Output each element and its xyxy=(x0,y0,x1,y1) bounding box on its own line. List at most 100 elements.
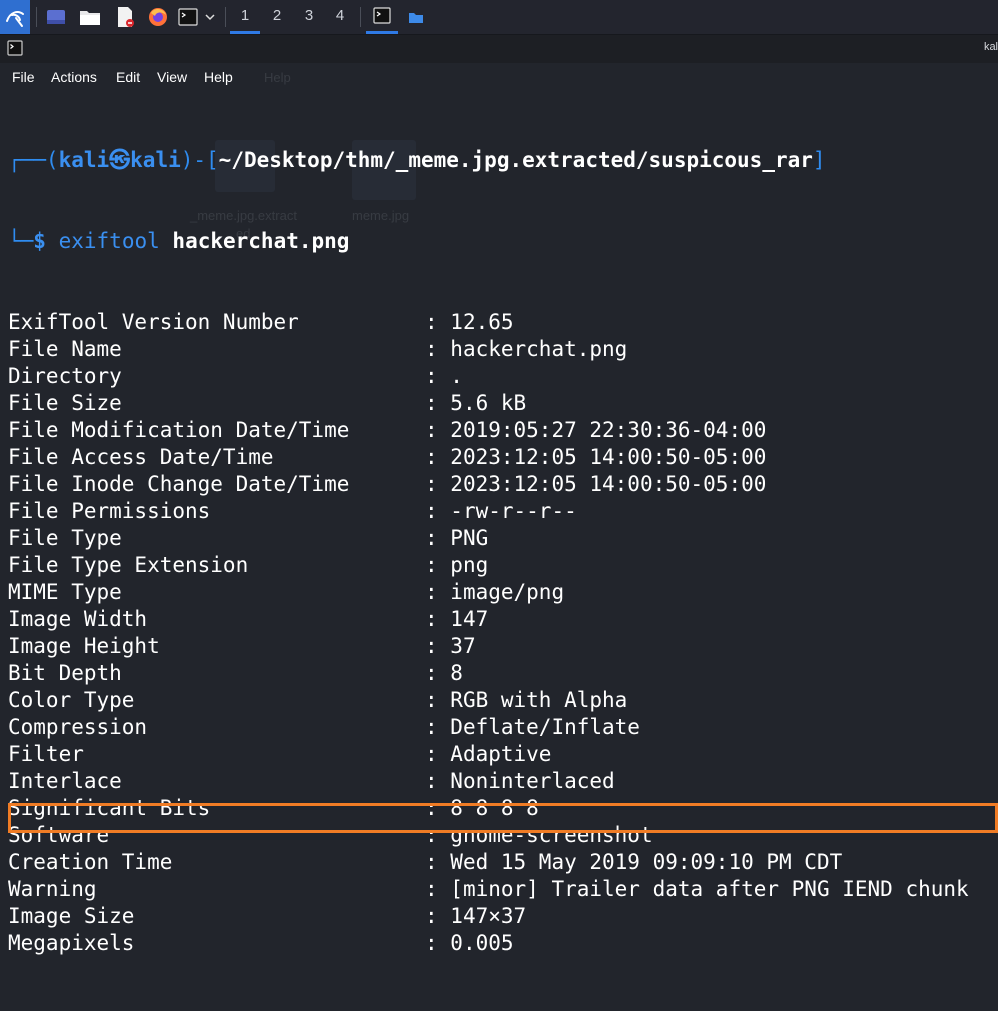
exif-key: File Type xyxy=(8,526,122,550)
exif-value: png xyxy=(450,553,489,577)
exif-key: Bit Depth xyxy=(8,661,122,685)
command-name: exiftool xyxy=(58,229,160,253)
prompt-frame: ┌──( xyxy=(8,148,59,172)
prompt-line-1: ┌──(kali㉿kali)-[~/Desktop/thm/_meme.jpg.… xyxy=(8,147,998,174)
exif-separator: : xyxy=(425,769,451,793)
prompt-line-2: └─$ exiftool hackerchat.png xyxy=(8,228,998,255)
workspace-1[interactable]: 1 xyxy=(230,0,260,34)
prompt-frame: └─ xyxy=(8,229,34,253)
exif-row: Compression: Deflate/Inflate xyxy=(8,714,998,741)
exif-value: hackerchat.png xyxy=(450,337,628,361)
terminal-output[interactable]: ┌──(kali㉿kali)-[~/Desktop/thm/_meme.jpg.… xyxy=(8,93,998,1011)
terminal-icon[interactable] xyxy=(177,0,199,34)
exif-row: Creation Time: Wed 15 May 2019 09:09:10 … xyxy=(8,849,998,876)
exif-separator: : xyxy=(425,607,451,631)
exif-row: Warning: [minor] Trailer data after PNG … xyxy=(8,876,998,903)
firefox-icon[interactable] xyxy=(146,0,170,34)
exif-row: File Permissions: -rw-r--r-- xyxy=(8,498,998,525)
exif-separator: : xyxy=(425,553,451,577)
exif-row: Directory: . xyxy=(8,363,998,390)
exif-value: 0.005 xyxy=(450,931,514,955)
exif-row: Image Size: 147×37 xyxy=(8,903,998,930)
exif-value: Noninterlaced xyxy=(450,769,615,793)
exif-key: MIME Type xyxy=(8,580,122,604)
exif-key: File Permissions xyxy=(8,499,211,523)
exif-key: File Modification Date/Time xyxy=(8,418,350,442)
exif-value: . xyxy=(450,364,463,388)
exif-row: File Access Date/Time: 2023:12:05 14:00:… xyxy=(8,444,998,471)
prompt-frame: ] xyxy=(812,148,826,172)
exif-key: Compression xyxy=(8,715,148,739)
exif-key: File Inode Change Date/Time xyxy=(8,472,350,496)
exif-value: 147 xyxy=(450,607,489,631)
exif-value: image/png xyxy=(450,580,565,604)
exif-key: File Size xyxy=(8,391,122,415)
exif-row: File Size: 5.6 kB xyxy=(8,390,998,417)
command-argument: hackerchat.png xyxy=(172,229,350,253)
exif-separator: : xyxy=(425,337,451,361)
exif-row: File Type: PNG xyxy=(8,525,998,552)
workspace-2[interactable]: 2 xyxy=(262,0,292,34)
file-manager-icon[interactable] xyxy=(78,0,102,34)
exif-row: File Type Extension: png xyxy=(8,552,998,579)
exif-separator: : xyxy=(425,526,451,550)
exif-output: ExifTool Version Number: 12.65 File Name:… xyxy=(8,309,998,957)
exif-row: MIME Type: image/png xyxy=(8,579,998,606)
exif-value: PNG xyxy=(450,526,489,550)
exif-separator: : xyxy=(425,499,451,523)
exif-value: -rw-r--r-- xyxy=(450,499,577,523)
menu-file[interactable]: File xyxy=(12,69,35,85)
show-desktop-icon[interactable] xyxy=(44,0,68,34)
exif-row: Image Width: 147 xyxy=(8,606,998,633)
folder-icon[interactable] xyxy=(405,0,427,34)
window-titlebar[interactable] xyxy=(0,35,998,63)
menu-bar xyxy=(0,64,998,90)
exif-value: 8 xyxy=(450,661,463,685)
exif-key: File Type Extension xyxy=(8,553,249,577)
exif-key: Filter xyxy=(8,742,84,766)
exif-separator: : xyxy=(425,364,451,388)
menu-edit[interactable]: Edit xyxy=(116,69,140,85)
exif-key: Interlace xyxy=(8,769,122,793)
exif-value: 2023:12:05 14:00:50-05:00 xyxy=(450,445,767,469)
exif-value: 37 xyxy=(450,634,476,658)
exif-separator: : xyxy=(425,661,451,685)
exif-value: 2023:12:05 14:00:50-05:00 xyxy=(450,472,767,496)
prompt-host: kali xyxy=(130,148,181,172)
chevron-down-icon[interactable] xyxy=(202,0,218,34)
exif-value: Adaptive xyxy=(450,742,552,766)
menu-view[interactable]: View xyxy=(157,69,187,85)
exif-separator: : xyxy=(425,688,451,712)
exif-value: Deflate/Inflate xyxy=(450,715,640,739)
taskbar: 1 2 3 4 xyxy=(0,0,998,35)
prompt-frame: )-[ xyxy=(180,148,219,172)
text-editor-icon[interactable] xyxy=(113,0,137,34)
exif-separator: : xyxy=(425,634,451,658)
exif-separator: : xyxy=(425,715,451,739)
workspace-4[interactable]: 4 xyxy=(325,0,355,34)
warning-highlight-box xyxy=(8,803,998,833)
exif-key: Warning xyxy=(8,877,97,901)
exif-value: Wed 15 May 2019 09:09:10 PM CDT xyxy=(450,850,843,874)
exif-row: ExifTool Version Number: 12.65 xyxy=(8,309,998,336)
task-terminal-window[interactable] xyxy=(366,0,398,34)
exif-key: Megapixels xyxy=(8,931,135,955)
exif-separator: : xyxy=(425,850,451,874)
exif-separator: : xyxy=(425,931,451,955)
exif-separator: : xyxy=(425,445,451,469)
ghost-menu-help: Help xyxy=(264,70,291,85)
exif-row: Color Type: RGB with Alpha xyxy=(8,687,998,714)
menu-actions[interactable]: Actions xyxy=(51,69,97,85)
exif-row: File Inode Change Date/Time: 2023:12:05 … xyxy=(8,471,998,498)
exif-key: File Name xyxy=(8,337,122,361)
exif-separator: : xyxy=(425,742,451,766)
kali-menu-icon[interactable] xyxy=(0,0,30,34)
exif-separator: : xyxy=(425,472,451,496)
exif-value: RGB with Alpha xyxy=(450,688,628,712)
exif-row: Megapixels: 0.005 xyxy=(8,930,998,957)
menu-help[interactable]: Help xyxy=(204,69,233,85)
exif-row: Bit Depth: 8 xyxy=(8,660,998,687)
exif-row: File Modification Date/Time: 2019:05:27 … xyxy=(8,417,998,444)
workspace-3[interactable]: 3 xyxy=(294,0,324,34)
exif-value: 12.65 xyxy=(450,310,514,334)
